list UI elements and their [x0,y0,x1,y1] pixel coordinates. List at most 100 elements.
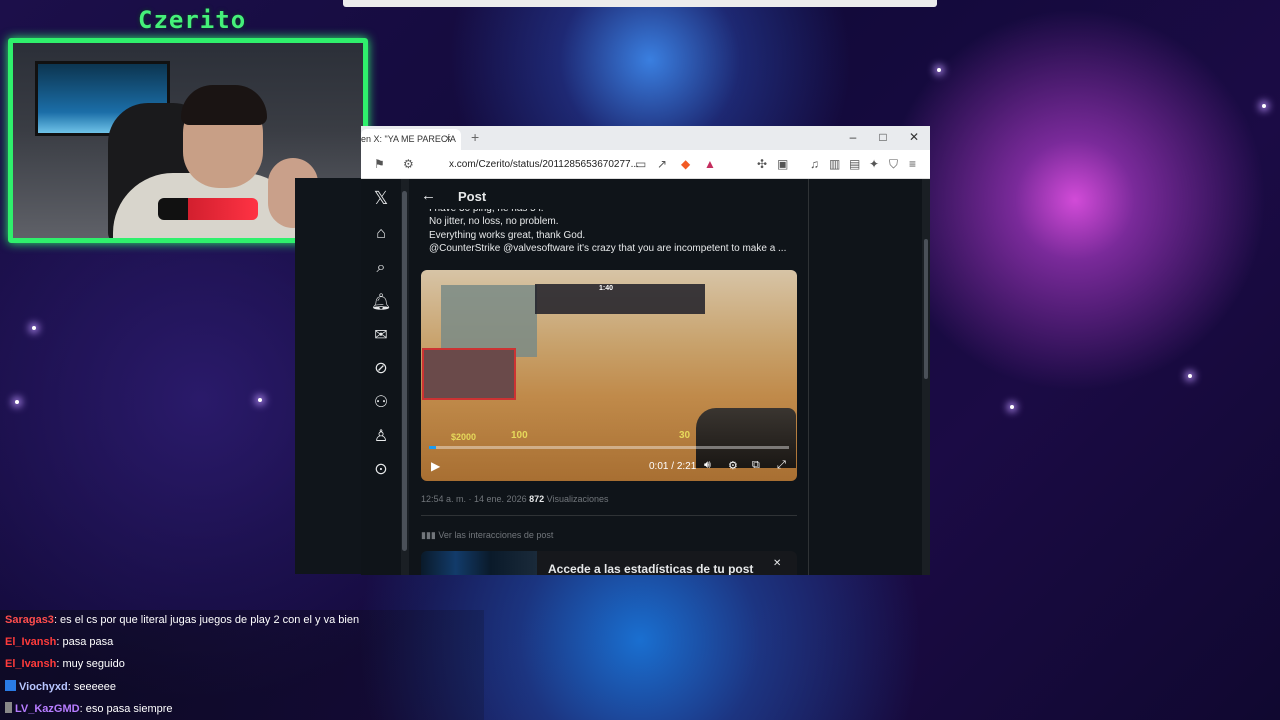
background-star [1188,374,1192,378]
game-money: $2000 [451,432,477,442]
x-page: 𝕏 ⌂ ⌕ 🔔︎ ✉ ⊘ ⚇ ♙ ⊙ ← Post I have 30 ping… [361,179,930,575]
site-settings-icon[interactable]: ⚙ [403,157,414,171]
post-time[interactable]: 12:54 a. m. [421,494,466,504]
bookmark-icon[interactable]: ⚑ [374,157,385,171]
vpn-icon[interactable]: ⛉ [889,157,898,172]
rewards-icon[interactable]: ▲ [704,157,716,171]
extensions-icon[interactable]: ✣ [757,157,767,171]
game-health: 100 [511,430,528,441]
game-minimap [441,285,537,357]
volume-icon[interactable]: 🔊︎ [704,459,711,472]
messages-icon[interactable]: ✉ [367,321,395,349]
tweet-line[interactable]: @CounterStrike @valvesoftware it's crazy… [429,242,799,256]
video-progress-fill [429,446,437,449]
fullscreen-icon[interactable]: ⤢ [777,459,786,472]
x-sidebar: 𝕏 ⌂ ⌕ 🔔︎ ✉ ⊘ ⚇ ♙ ⊙ [361,179,401,575]
picture-in-picture-icon[interactable]: ⧉ [752,459,760,472]
chart-icon: ▮▮▮ [421,530,439,540]
stream-chat: Saragas3: es el cs por que literal jugas… [0,610,484,720]
video-time: 0:01 / 2:21 [649,461,696,472]
microphone [158,198,258,220]
maximize-button[interactable]: □ [875,130,891,144]
menu-icon[interactable]: ≡ [909,157,916,171]
chat-text: : pasa pasa [56,636,114,648]
background-star [32,326,36,330]
background-star [937,68,941,72]
page-scrollbar[interactable] [922,179,930,575]
views-label: Visualizaciones [546,494,609,504]
minimize-button[interactable]: – [845,130,861,144]
tweet-line: Everything works great, thank God. [429,229,586,241]
chat-message: Viochyxd: seeeeee [5,680,116,693]
scrollbar-thumb[interactable] [402,191,407,551]
chat-text: : es el cs por que literal jugas juegos … [53,614,360,626]
chat-username: Saragas3 [5,614,54,626]
chat-message: LV_KazGMD: eso pasa siempre [5,702,173,715]
tweet-text: I have 30 ping, he has 5 l. No jitter, n… [429,209,799,256]
background-panel [295,178,361,574]
tab-close-icon[interactable]: × [445,133,451,145]
url-field[interactable]: x.com/Czerito/status/2011285653670277... [449,159,639,170]
background-star [258,398,262,402]
badge-icon [5,702,12,713]
streamer-hair [181,85,267,125]
top-window-strip [343,0,937,7]
promo-image [421,551,537,575]
post-date[interactable]: 14 ene. 2026 [474,494,527,504]
prime-badge-icon [5,680,16,691]
more-icon[interactable]: ⊙ [367,455,395,483]
grok-icon[interactable]: ⊘ [367,354,395,382]
video-player[interactable]: 1:40 $2000 100 30 ▶ 0:01 / 2:21 🔊︎ ⚙ ⧉ ⤢ [421,270,797,481]
home-icon[interactable]: ⌂ [367,220,395,248]
chat-text: : muy seguido [56,658,125,670]
right-column [809,179,922,575]
close-window-button[interactable]: ✕ [906,130,922,144]
search-icon[interactable]: ⌕ [367,254,395,282]
chat-message: El_Ivansh: muy seguido [5,658,125,670]
play-icon[interactable]: ▶ [431,459,440,473]
tab-bar: en X: "YA ME PARECÍA × + – □ ✕ [361,126,930,150]
wallet-icon[interactable]: ▣ [777,157,788,171]
post-meta: 12:54 a. m. · 14 ene. 2026 872 Visualiza… [421,494,609,504]
browser-tab[interactable]: en X: "YA ME PARECÍA × [361,129,461,150]
browser-window: en X: "YA ME PARECÍA × + – □ ✕ ⚑ ⚙ x.com… [361,126,930,575]
video-controls: ▶ 0:01 / 2:21 🔊︎ ⚙ ⧉ ⤢ [421,454,797,481]
leo-icon[interactable]: ✦ [869,157,879,171]
game-round-timer: 1:40 [599,285,614,292]
divider [421,515,797,516]
chat-message: El_Ivansh: pasa pasa [5,636,113,648]
wallet-icon[interactable]: ▤ [849,157,860,171]
scrollbar-thumb[interactable] [924,239,928,379]
brave-shield-icon[interactable]: ◆ [681,157,690,171]
background-star [1262,104,1266,108]
video-current-time: 0:01 [649,461,669,472]
media-icon[interactable]: ♫ [810,157,819,171]
interactions-label: Ver las interacciones de post [438,530,554,540]
analytics-promo[interactable]: Accede a las estadísticas de tu post ✕ [421,551,797,575]
chat-username: LV_KazGMD [15,703,80,715]
chat-username: El_Ivansh [5,636,57,648]
chat-username: El_Ivansh [5,658,57,670]
communities-icon[interactable]: ⚇ [367,388,395,416]
sidebar-icon[interactable]: ▥ [829,157,840,171]
video-progress-bar[interactable] [429,446,789,449]
screenshot-icon[interactable]: ▭ [635,157,646,171]
settings-icon[interactable]: ⚙ [728,459,738,472]
back-button[interactable]: ← [421,187,436,204]
video-time-separator: / [668,461,677,472]
share-icon[interactable]: ↗ [657,157,667,171]
left-scrollbar[interactable] [401,179,409,575]
chat-message: Saragas3: es el cs por que literal jugas… [5,614,359,626]
video-duration: 2:21 [676,461,697,472]
x-logo-icon[interactable]: 𝕏 [367,184,395,212]
chat-username: Viochyxd [19,681,68,693]
profile-icon[interactable]: ♙ [367,422,395,450]
notifications-icon[interactable]: 🔔︎ [367,288,395,316]
chat-text: : seeeeee [67,681,117,693]
promo-text: Accede a las estadísticas de tu post [548,562,754,575]
close-icon[interactable]: ✕ [773,558,781,569]
page-title: Post [458,189,487,204]
background-star [1010,405,1014,409]
new-tab-button[interactable]: + [471,129,479,145]
view-interactions-link[interactable]: ▮▮▮ Ver las interacciones de post [421,530,553,541]
